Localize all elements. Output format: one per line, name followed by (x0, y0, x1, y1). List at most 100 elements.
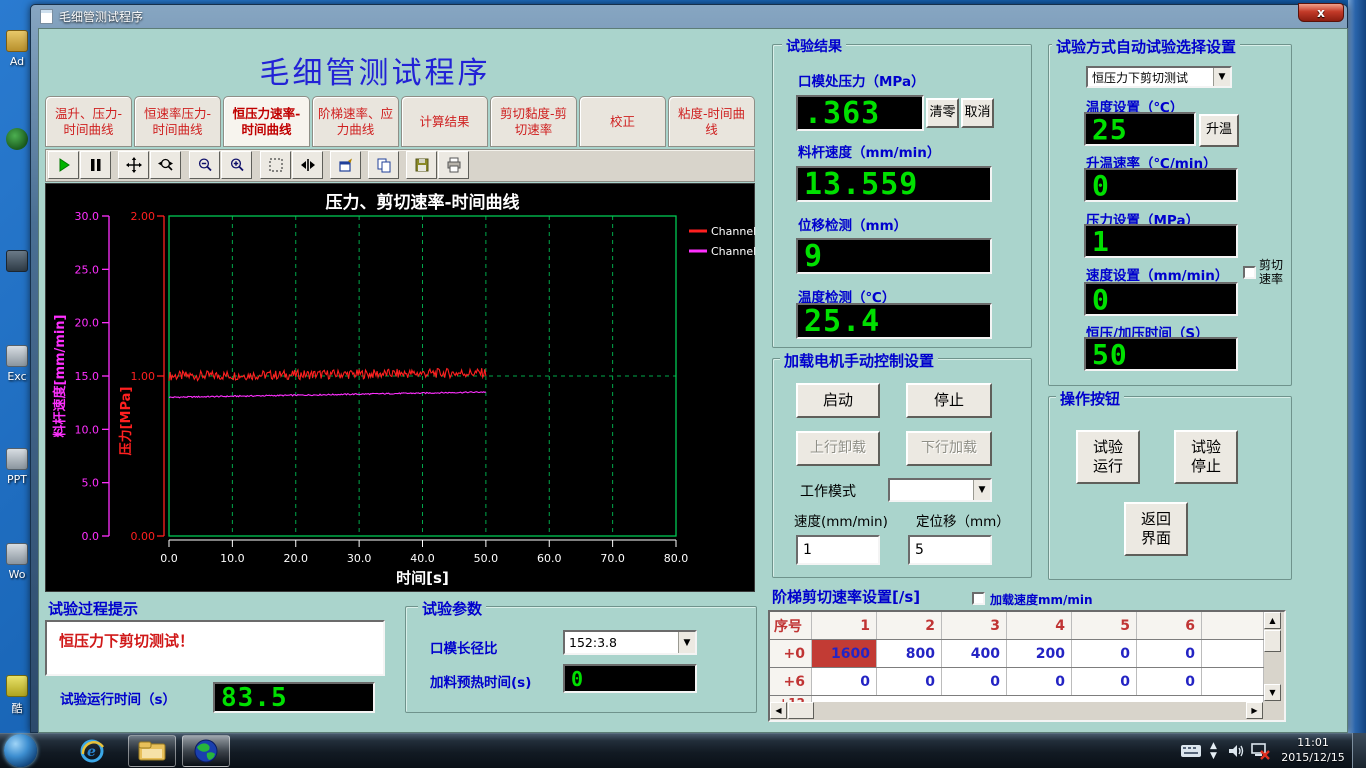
table-cell[interactable]: 0 (877, 668, 942, 695)
cancel-button[interactable]: 取消 (961, 98, 994, 128)
down-load-button[interactable]: 下行加载 (906, 431, 992, 466)
fit-axes-button[interactable] (292, 151, 323, 179)
auto-test-title: 试验方式自动试验选择设置 (1052, 36, 1240, 57)
table-cell[interactable] (1202, 640, 1264, 667)
desktop-icon[interactable]: Ad (2, 30, 32, 68)
start-button[interactable] (4, 734, 37, 767)
table-cell[interactable]: 400 (942, 640, 1007, 667)
row-label: +6 (770, 668, 812, 695)
manual-speed-input[interactable]: 1 (796, 535, 880, 565)
zero-button[interactable]: 清零 (926, 98, 959, 128)
work-mode-label: 工作模式 (800, 481, 856, 501)
taskbar-app-button[interactable] (182, 735, 230, 767)
table-cell[interactable]: 1600 (812, 640, 877, 667)
table-vscrollbar[interactable]: ▲ ▼ (1264, 612, 1282, 702)
desktop-icon[interactable]: Wo (2, 543, 32, 581)
process-hint-title: 试验过程提示 (44, 598, 142, 619)
tab-step-rate-stress[interactable]: 阶梯速率、应力曲线 (312, 96, 399, 147)
set-displacement-input[interactable]: 5 (908, 535, 992, 565)
pause-button[interactable] (80, 151, 111, 179)
save-button[interactable] (406, 151, 437, 179)
window-titlebar[interactable]: 毛细管测试程序 (30, 4, 1348, 28)
zoom-dynamic-button[interactable] (150, 151, 181, 179)
scroll-down-icon[interactable]: ▼ (1264, 684, 1281, 701)
preheat-display: 0 (563, 664, 697, 693)
chevron-down-icon[interactable]: ▼ (678, 632, 695, 653)
heat-up-button[interactable]: 升温 (1199, 114, 1239, 147)
zoom-in-icon (229, 157, 245, 173)
taskbar-ie-button[interactable]: e (72, 735, 112, 767)
vscroll-thumb[interactable] (1264, 630, 1281, 652)
taskbar-clock[interactable]: 11:01 2015/12/15 (1281, 736, 1345, 766)
tab-viscosity-time[interactable]: 粘度-时间曲线 (668, 96, 755, 147)
table-cell[interactable]: 0 (1007, 668, 1072, 695)
test-run-button[interactable]: 试验 运行 (1076, 430, 1140, 484)
play-button[interactable] (48, 151, 79, 179)
svg-text:0.0: 0.0 (82, 530, 100, 543)
motor-start-button[interactable]: 启动 (796, 383, 880, 418)
column-header: 4 (1007, 612, 1072, 639)
tray-keyboard[interactable] (1180, 733, 1202, 768)
tab-shear-viscosity[interactable]: 剪切黏度-剪切速率 (490, 96, 577, 147)
die-ratio-select[interactable]: 152:3.8 ▼ (563, 630, 697, 655)
back-to-main-button[interactable]: 返回 界面 (1124, 502, 1188, 556)
zoom-out-button[interactable] (189, 151, 220, 179)
test-mode-select[interactable]: 恒压力下剪切测试 ▼ (1086, 66, 1232, 88)
test-stop-button[interactable]: 试验 停止 (1174, 430, 1238, 484)
die-ratio-label: 口模长径比 (430, 637, 498, 657)
pan-icon (126, 157, 142, 173)
page-title: 毛细管测试程序 (175, 48, 575, 92)
show-desktop-button[interactable] (1352, 733, 1366, 768)
taskbar-explorer-button[interactable] (128, 735, 176, 767)
tab-const-pressure-rate[interactable]: 恒压力速率-时间曲线 (223, 96, 310, 147)
tab-const-rate-pressure[interactable]: 恒速率压力-时间曲线 (134, 96, 221, 147)
desktop-icon-label: Ad (2, 55, 32, 68)
close-button[interactable]: x (1298, 3, 1344, 22)
tray-overflow-button[interactable]: ▲▼ (1210, 733, 1217, 768)
copy-button[interactable] (368, 151, 399, 179)
select-region-button[interactable] (260, 151, 291, 179)
table-cell[interactable]: 0 (942, 668, 1007, 695)
zoom-in-button[interactable] (221, 151, 252, 179)
table-cell[interactable]: 0 (1072, 668, 1137, 695)
desktop-icon[interactable] (2, 250, 32, 275)
load-speed-checkbox[interactable] (972, 592, 985, 605)
scroll-left-icon[interactable]: ◀ (770, 702, 787, 719)
tab-calibration[interactable]: 校正 (579, 96, 666, 147)
table-cell[interactable]: 0 (1137, 640, 1202, 667)
tab-temp-pressure-time[interactable]: 温升、压力-时间曲线 (45, 96, 132, 147)
desktop-icon[interactable]: 酷 (2, 675, 32, 716)
svg-text:1.00: 1.00 (131, 370, 156, 383)
properties-button[interactable] (330, 151, 361, 179)
up-unload-button[interactable]: 上行卸载 (796, 431, 880, 466)
chevron-down-icon[interactable]: ▼ (973, 480, 990, 500)
work-mode-select[interactable]: ▼ (888, 478, 992, 502)
zoom-out-icon (197, 157, 213, 173)
table-cell[interactable]: 800 (877, 640, 942, 667)
scroll-up-icon[interactable]: ▲ (1264, 612, 1281, 629)
table-cell[interactable]: 200 (1007, 640, 1072, 667)
table-cell[interactable]: 0 (812, 668, 877, 695)
print-button[interactable] (438, 151, 469, 179)
table-cell[interactable] (1202, 668, 1264, 695)
desktop-icon[interactable]: Exc (2, 345, 32, 383)
desktop-icon[interactable]: PPT (2, 448, 32, 486)
motor-stop-button[interactable]: 停止 (906, 383, 992, 418)
svg-text:15.0: 15.0 (75, 370, 100, 383)
tab-calc-results[interactable]: 计算结果 (401, 96, 488, 147)
pan-button[interactable] (118, 151, 149, 179)
displacement-label: 位移检测（mm） (798, 214, 907, 234)
test-params-group (405, 606, 757, 713)
desktop-icon[interactable] (2, 128, 32, 153)
hscroll-thumb[interactable] (788, 702, 814, 719)
table-hscrollbar[interactable]: ◀ ▶ (770, 702, 1264, 720)
svg-text:e: e (87, 744, 96, 760)
scroll-right-icon[interactable]: ▶ (1246, 702, 1263, 719)
chevron-down-icon[interactable]: ▼ (1213, 68, 1230, 86)
table-cell[interactable]: 0 (1072, 640, 1137, 667)
app-icon (6, 30, 28, 52)
table-cell[interactable]: 0 (1137, 668, 1202, 695)
tray-volume[interactable] (1228, 733, 1246, 768)
tray-network[interactable] (1250, 733, 1270, 768)
shear-rate-checkbox[interactable] (1243, 266, 1256, 279)
